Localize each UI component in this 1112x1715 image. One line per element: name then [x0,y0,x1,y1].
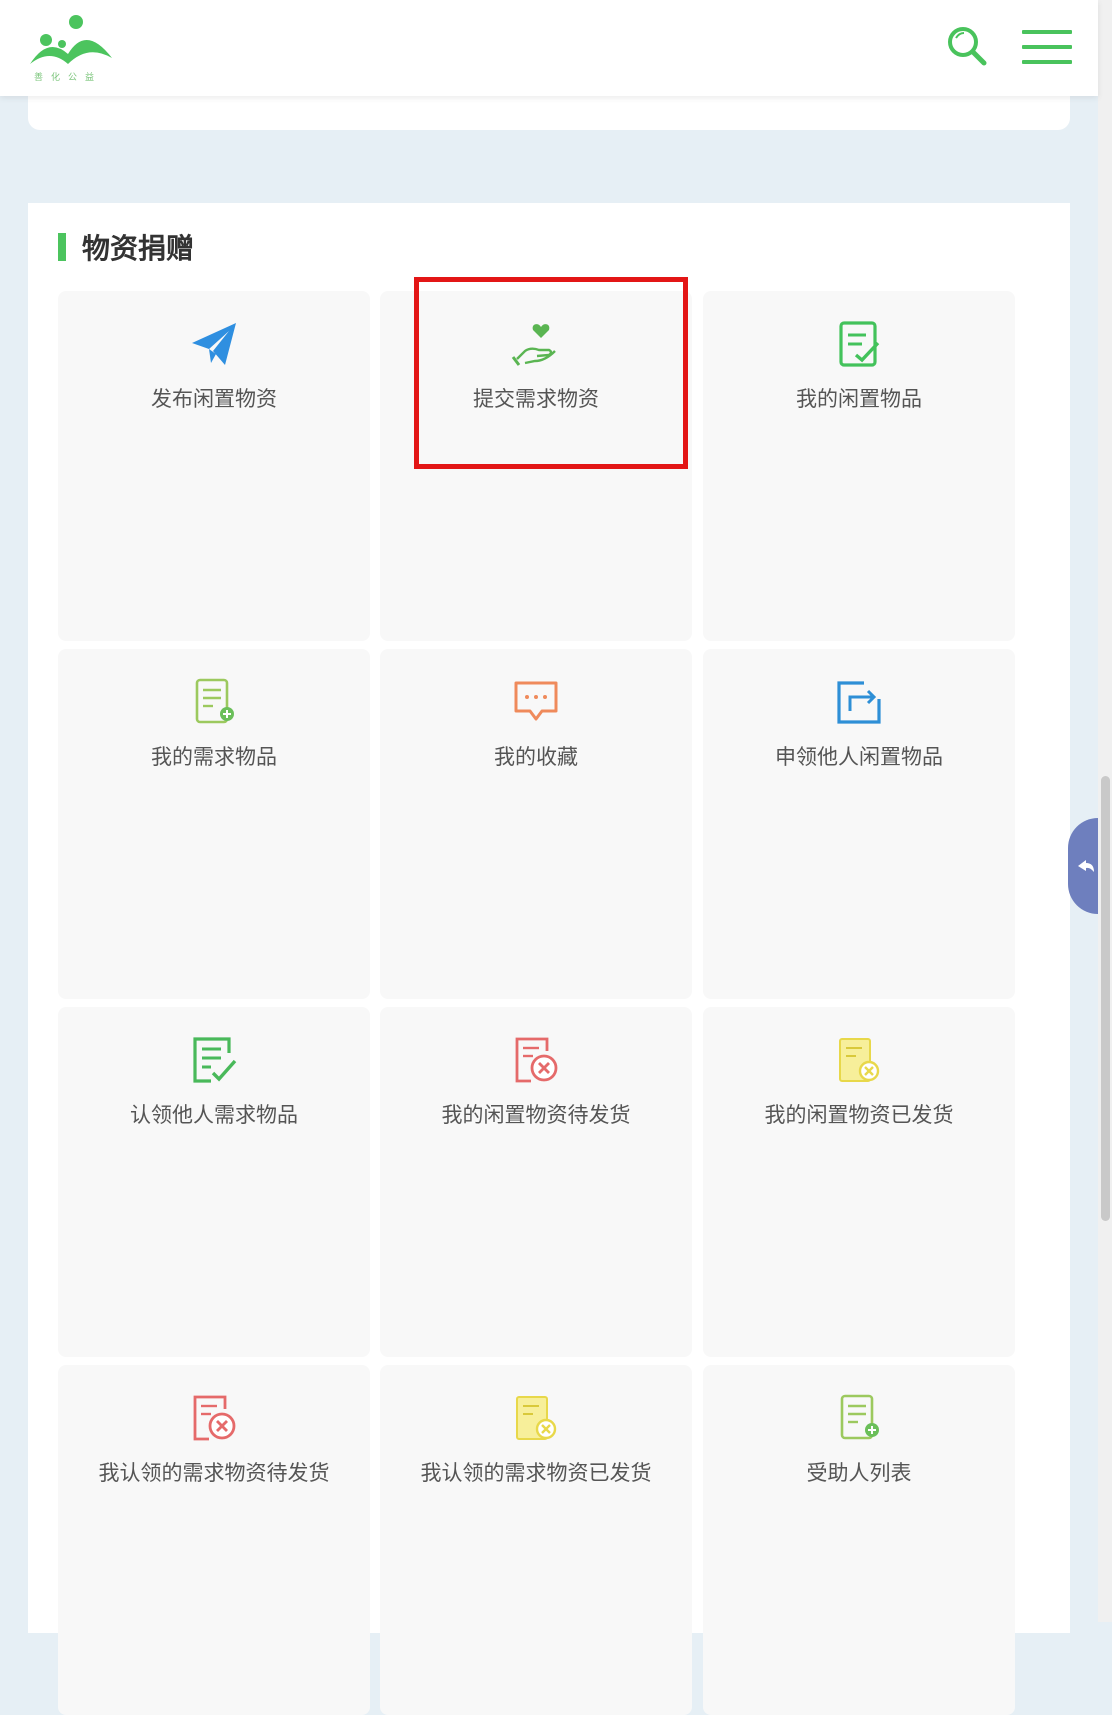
chat-bubble-icon [511,677,561,727]
card-label: 受助人列表 [806,1461,912,1485]
logo[interactable]: 善化公益 [28,14,114,84]
card-label: 我的需求物品 [151,745,277,769]
previous-section-bottom [28,96,1070,130]
document-add-icon [834,1393,884,1443]
app-header: 善化公益 [0,0,1098,96]
card-publish-idle[interactable]: 发布闲置物资 [58,291,370,641]
scroll-thumb[interactable] [1101,776,1110,1221]
card-my-favorites[interactable]: 我的收藏 [380,649,692,999]
back-tab[interactable] [1068,818,1098,914]
hamburger-menu-icon[interactable] [1022,30,1072,70]
document-cancel-icon [189,1393,239,1443]
card-label: 认领他人需求物品 [130,1103,298,1127]
scrollbar[interactable] [1098,0,1112,1622]
card-claimed-need-shipped[interactable]: 我认领的需求物资已发货 [380,1365,692,1715]
card-label: 我的闲置物资已发货 [764,1103,954,1127]
card-claimed-need-pending[interactable]: 我认领的需求物资待发货 [58,1365,370,1715]
logo-text: 善化公益 [34,73,103,83]
card-my-need[interactable]: 我的需求物品 [58,649,370,999]
card-label: 申领他人闲置物品 [775,745,943,769]
edit-check-icon [834,319,884,369]
paper-plane-icon [189,319,239,369]
card-my-idle[interactable]: 我的闲置物品 [703,291,1015,641]
card-label: 我的闲置物资待发货 [441,1103,631,1127]
section-accent-bar [58,233,66,261]
card-my-idle-pending[interactable]: 我的闲置物资待发货 [380,1007,692,1357]
document-cancel-icon [511,1035,561,1085]
search-icon[interactable] [945,24,989,68]
card-apply-others-idle[interactable]: 申领他人闲置物品 [703,649,1015,999]
document-cancel-yellow-icon [834,1035,884,1085]
section-title: 物资捐赠 [82,232,195,265]
section-header: 物资捐赠 [58,231,194,265]
card-label: 我的收藏 [494,745,578,769]
card-label: 我认领的需求物资已发货 [420,1461,652,1485]
card-beneficiary-list[interactable]: 受助人列表 [703,1365,1015,1715]
card-label: 我的闲置物品 [796,387,922,411]
card-claim-others-need[interactable]: 认领他人需求物品 [58,1007,370,1357]
card-label: 发布闲置物资 [151,387,277,411]
card-my-idle-shipped[interactable]: 我的闲置物资已发货 [703,1007,1015,1357]
back-arrow-icon [1078,860,1094,872]
checklist-icon [189,1035,239,1085]
share-box-icon [834,677,884,727]
document-add-icon [189,677,239,727]
card-label: 我认领的需求物资待发货 [98,1461,330,1485]
document-cancel-yellow-icon [511,1393,561,1443]
highlight-box [414,277,688,469]
